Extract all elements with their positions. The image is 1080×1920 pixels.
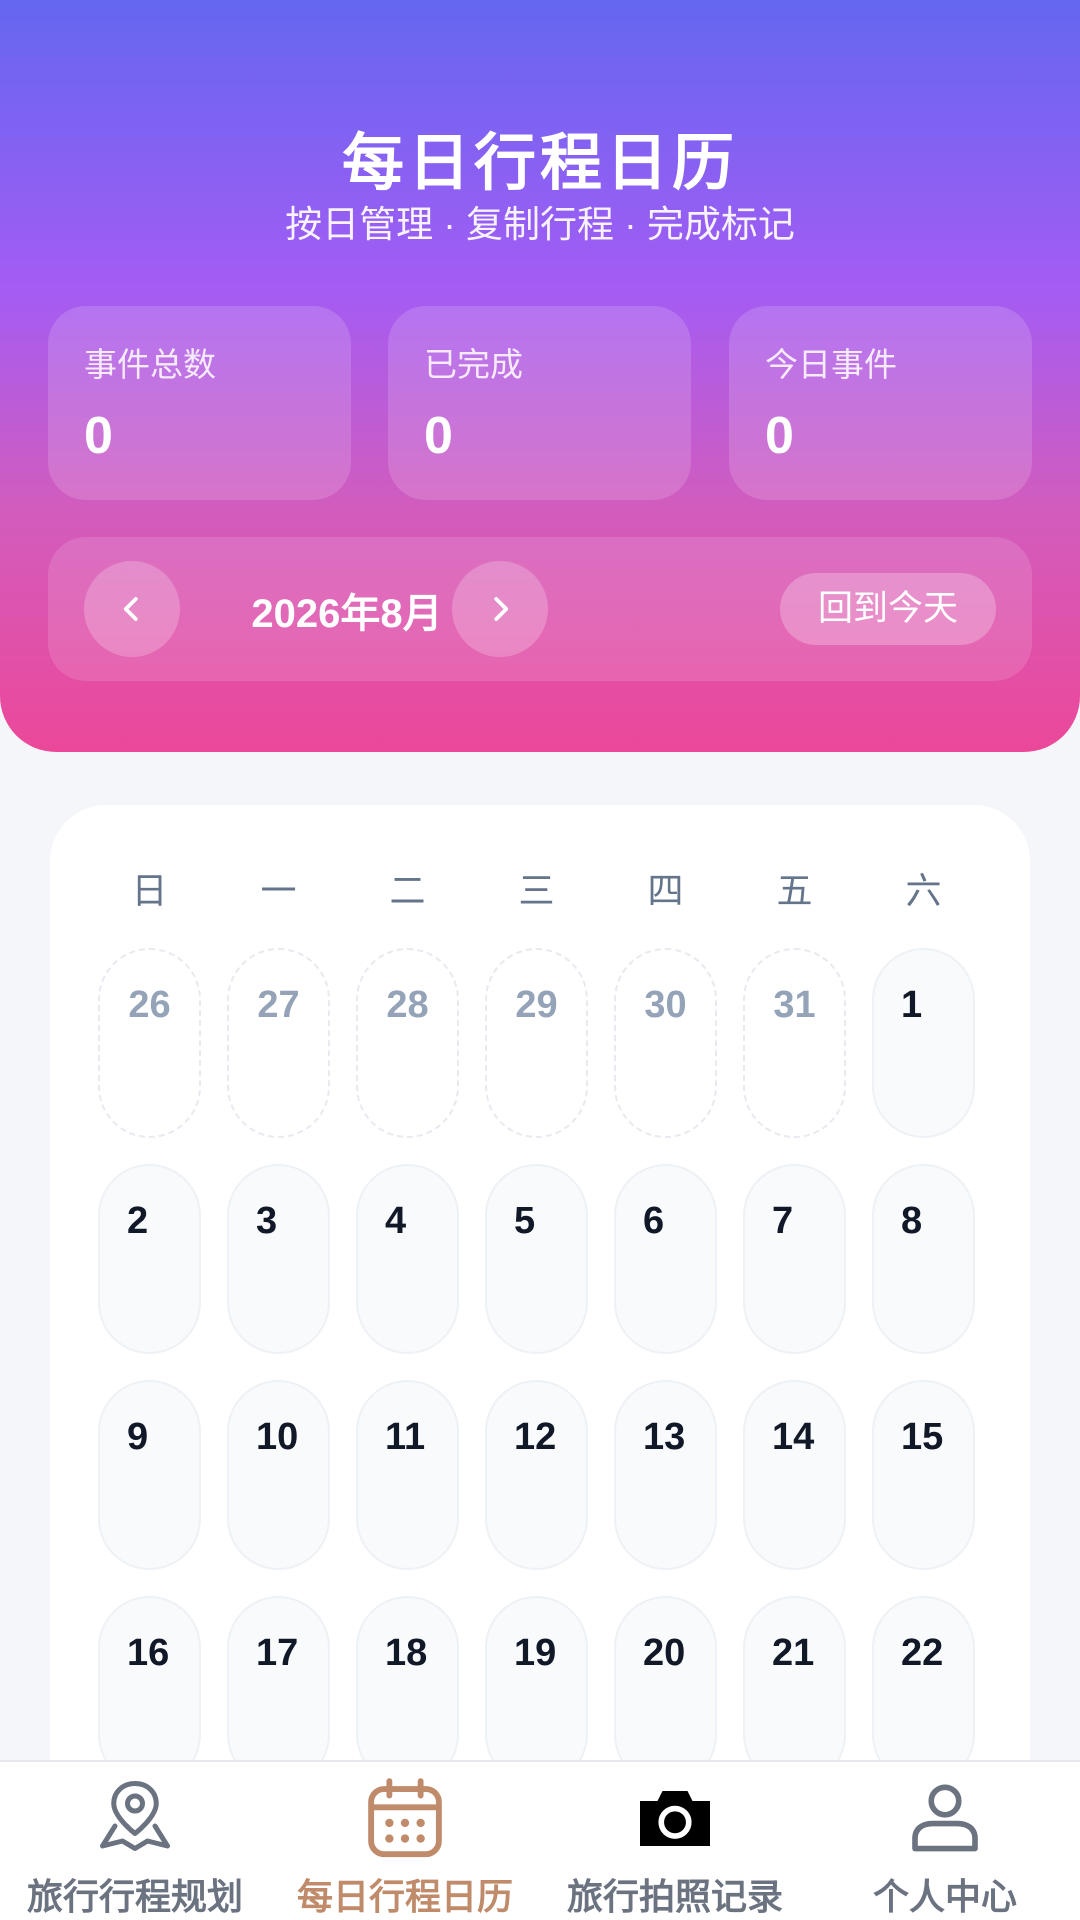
day-number: 20: [643, 1632, 686, 1674]
calendar-day-other-month[interactable]: 26: [98, 948, 201, 1138]
chevron-left-icon: [123, 597, 138, 621]
calendar-day[interactable]: 20: [614, 1596, 717, 1786]
tab-photo-records[interactable]: 旅行拍照记录: [540, 1762, 810, 1920]
calendar-day[interactable]: 19: [485, 1596, 588, 1786]
day-number: 22: [901, 1632, 944, 1674]
header-banner: 每日行程日历 按日管理 · 复制行程 · 完成标记 事件总数 0 已完成 0 今…: [0, 0, 1080, 752]
stat-card-today: 今日事件 0: [729, 306, 1032, 500]
stat-value: 0: [424, 407, 453, 465]
day-number: 12: [514, 1416, 557, 1458]
stat-label: 事件总数: [84, 346, 216, 383]
stat-card-total: 事件总数 0: [48, 306, 351, 500]
day-number: 17: [256, 1632, 299, 1674]
day-number: 31: [773, 984, 816, 1026]
current-month-label: 2026年8月: [251, 592, 443, 636]
day-number: 28: [386, 984, 429, 1026]
calendar-day[interactable]: 15: [872, 1380, 975, 1570]
day-number: 6: [643, 1200, 665, 1242]
tab-daily-calendar[interactable]: 每日行程日历: [270, 1762, 540, 1920]
camera-icon: [640, 1791, 710, 1846]
calendar-day[interactable]: 7: [743, 1164, 846, 1354]
calendar-day[interactable]: 16: [98, 1596, 201, 1786]
tab-label: 旅行行程规划: [26, 1876, 243, 1917]
calendar-day[interactable]: 5: [485, 1164, 588, 1354]
day-number: 11: [385, 1416, 426, 1458]
tab-trip-planning[interactable]: 旅行行程规划: [0, 1762, 270, 1920]
stat-value: 0: [765, 407, 794, 465]
tab-label: 每日行程日历: [296, 1876, 513, 1917]
page-title: 每日行程日历: [341, 129, 738, 198]
day-number: 10: [256, 1416, 299, 1458]
month-navigation: 2026年8月 回到今天: [48, 537, 1032, 681]
stat-label: 已完成: [424, 346, 523, 383]
weekday-label: 日: [131, 870, 168, 911]
calendar-day[interactable]: 17: [227, 1596, 330, 1786]
day-number: 16: [127, 1632, 170, 1674]
back-to-today-button[interactable]: 回到今天: [780, 573, 996, 645]
weekday-label: 五: [776, 870, 813, 911]
page-subtitle: 按日管理 · 复制行程 · 完成标记: [285, 204, 795, 245]
calendar-day[interactable]: 12: [485, 1380, 588, 1570]
next-month-button[interactable]: [452, 561, 548, 657]
day-number: 2: [127, 1200, 149, 1242]
day-number: 30: [644, 984, 687, 1026]
calendar-day[interactable]: 2: [98, 1164, 201, 1354]
day-number: 1: [901, 984, 923, 1026]
day-number: 27: [257, 984, 300, 1026]
day-number: 13: [643, 1416, 686, 1458]
calendar-day[interactable]: 14: [743, 1380, 846, 1570]
calendar-day[interactable]: 1: [872, 948, 975, 1138]
bottom-tab-bar: 旅行行程规划 每日行程日历 旅行拍照记录 个人中心: [0, 1760, 1080, 1920]
weekday-label: 一: [260, 870, 297, 911]
calendar-icon: [368, 1778, 442, 1858]
weekday-label: 四: [647, 870, 684, 911]
day-number: 3: [256, 1200, 278, 1242]
calendar-day-other-month[interactable]: 31: [743, 948, 846, 1138]
calendar-day[interactable]: 21: [743, 1596, 846, 1786]
chevron-right-icon: [494, 597, 509, 621]
day-number: 18: [385, 1632, 428, 1674]
day-number: 9: [127, 1416, 149, 1458]
day-number: 8: [901, 1200, 923, 1242]
calendar-day[interactable]: 3: [227, 1164, 330, 1354]
tab-profile[interactable]: 个人中心: [810, 1762, 1080, 1920]
calendar-day-other-month[interactable]: 29: [485, 948, 588, 1138]
user-icon: [912, 1784, 978, 1852]
day-number: 21: [772, 1632, 815, 1674]
calendar-day-other-month[interactable]: 28: [356, 948, 459, 1138]
stat-card-completed: 已完成 0: [388, 306, 691, 500]
calendar-day-other-month[interactable]: 27: [227, 948, 330, 1138]
tab-label: 旅行拍照记录: [566, 1876, 783, 1917]
tab-label: 个人中心: [872, 1876, 1017, 1917]
calendar-day[interactable]: 9: [98, 1380, 201, 1570]
day-number: 7: [772, 1200, 794, 1242]
calendar-day-other-month[interactable]: 30: [614, 948, 717, 1138]
day-number: 19: [514, 1632, 557, 1674]
day-number: 14: [772, 1416, 815, 1458]
stat-value: 0: [84, 407, 113, 465]
prev-month-button[interactable]: [84, 561, 180, 657]
stat-label: 今日事件: [765, 346, 897, 383]
weekday-label: 六: [905, 870, 942, 911]
calendar-day[interactable]: 4: [356, 1164, 459, 1354]
calendar-day[interactable]: 8: [872, 1164, 975, 1354]
calendar-day[interactable]: 22: [872, 1596, 975, 1786]
calendar-day[interactable]: 11: [356, 1380, 459, 1570]
day-number: 26: [128, 984, 171, 1026]
calendar-day[interactable]: 10: [227, 1380, 330, 1570]
weekday-label: 三: [518, 870, 555, 911]
day-number: 15: [901, 1416, 944, 1458]
day-number: 4: [385, 1200, 407, 1242]
calendar-day[interactable]: 18: [356, 1596, 459, 1786]
day-number: 29: [515, 984, 558, 1026]
day-number: 5: [514, 1200, 536, 1242]
calendar-day[interactable]: 6: [614, 1164, 717, 1354]
map-pin-icon: [100, 1781, 170, 1851]
calendar-day[interactable]: 13: [614, 1380, 717, 1570]
weekday-label: 二: [389, 870, 426, 911]
